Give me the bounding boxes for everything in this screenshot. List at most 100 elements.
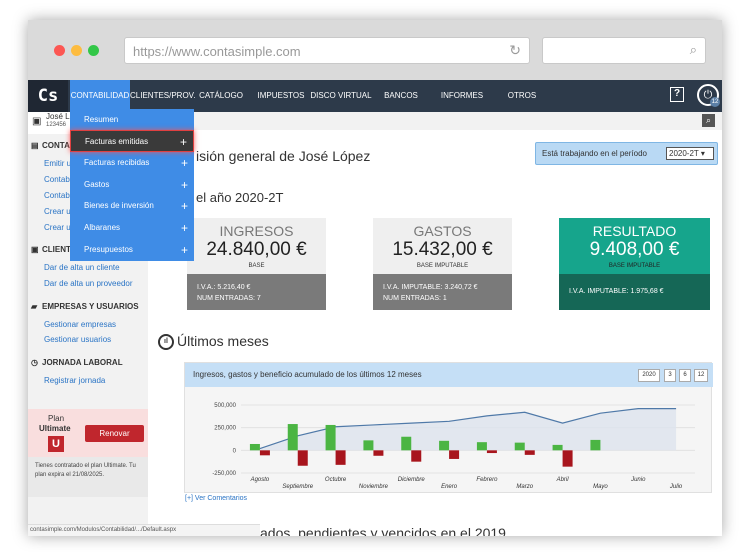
section-contabilidad: ▤ CONTA	[31, 141, 70, 150]
plan-box: Plan Ultimate U Renovar	[28, 409, 148, 457]
nav-clientes-prov[interactable]: CLIENTES/PROV.	[130, 80, 196, 112]
expense-bar	[259, 450, 270, 456]
x-tick-label: Diciembre	[398, 477, 426, 483]
gastos-card[interactable]: GASTOS 15.432,00 € BASE IMPUTABLE I.V.A.…	[373, 218, 512, 310]
minimize-window-button[interactable]	[71, 45, 82, 56]
y-tick-label: 0	[233, 448, 237, 454]
status-bar: contasimple.com/Modulos/Contabilidad/...…	[28, 524, 260, 536]
income-bar	[552, 444, 563, 451]
section-heading-cut: ados, pendientes y vencidos en el 2019	[260, 525, 506, 536]
x-tick-label: Marzo	[516, 484, 533, 490]
income-bar	[325, 424, 336, 451]
period-select[interactable]: 2020-2T ▾	[666, 147, 714, 160]
nav-bancos[interactable]: BANCOS	[372, 80, 430, 112]
expense-bar	[411, 450, 422, 462]
plan-name: Ultimate	[39, 424, 71, 433]
nav-impuestos[interactable]: IMPUESTOS	[252, 80, 310, 112]
range-button-12[interactable]: 12	[694, 369, 708, 382]
add-icon[interactable]: +	[181, 174, 188, 196]
chart-panel: Ingresos, gastos y beneficio acumulado d…	[184, 362, 713, 493]
income-bar	[590, 439, 601, 451]
sidebar-link[interactable]: Contab	[44, 175, 70, 184]
x-tick-label: Septiembre	[282, 484, 313, 490]
ultimate-badge-icon: U	[48, 436, 64, 452]
dropdown-item-albaranes[interactable]: Albaranes +	[70, 217, 194, 239]
card-value: 15.432,00 €	[392, 239, 493, 260]
x-tick-label: Febrero	[476, 477, 498, 483]
user-menu-button[interactable]: ⏻ 12	[697, 84, 720, 107]
card-label: GASTOS	[413, 223, 472, 239]
sidebar-link[interactable]: Emitir u	[44, 159, 71, 168]
nav-contabilidad[interactable]: CONTABILIDAD	[70, 80, 130, 112]
sidebar-link[interactable]: Crear u	[44, 223, 71, 232]
range-button-3[interactable]: 3	[664, 369, 676, 382]
search-icon: ⌕	[689, 42, 697, 57]
card-value: 24.840,00 €	[206, 239, 307, 260]
income-bar	[439, 440, 450, 451]
y-tick-label: 250,000	[214, 426, 236, 432]
add-icon[interactable]: +	[181, 217, 188, 239]
contact-icon: ▣	[31, 245, 39, 254]
expense-bar	[297, 450, 308, 466]
months-heading: ıl Últimos meses	[158, 333, 269, 351]
dropdown-item-facturas-emitidas[interactable]: Facturas emitidas +	[70, 130, 194, 152]
address-bar[interactable]: https://www.contasimple.com ↻	[124, 37, 530, 64]
sidebar-link-alta-proveedor[interactable]: Dar de alta un proveedor	[44, 279, 133, 288]
sidebar-link-gestionar-empresas[interactable]: Gestionar empresas	[44, 320, 116, 329]
x-tick-label: Abril	[556, 477, 570, 483]
x-tick-label: Agosto	[250, 477, 270, 483]
maximize-window-button[interactable]	[88, 45, 99, 56]
clock-icon: ◷	[31, 358, 38, 367]
briefcase-icon: ▰	[31, 302, 38, 311]
search-icon[interactable]: ⌕	[702, 114, 715, 127]
nav-informes[interactable]: INFORMES	[432, 80, 492, 112]
url-text: https://www.contasimple.com	[133, 44, 301, 59]
add-icon[interactable]: +	[181, 152, 188, 174]
x-tick-label: Noviembre	[359, 484, 389, 490]
card-sublabel: BASE	[248, 263, 265, 269]
x-tick-label: Enero	[441, 484, 458, 490]
nav-catalogo[interactable]: CATÁLOGO	[192, 80, 250, 112]
income-bar	[287, 424, 298, 451]
nav-disco-virtual[interactable]: DISCO VIRTUAL	[310, 80, 372, 112]
card-sublabel: BASE IMPUTABLE	[608, 263, 661, 269]
section-jornada-laboral: ◷ JORNADA LABORAL	[31, 358, 123, 367]
sidebar-link[interactable]: Contab	[44, 191, 70, 200]
section-empresas-usuarios: ▰ EMPRESAS Y USUARIOS	[31, 302, 139, 311]
period-label: Está trabajando en el período	[542, 149, 647, 158]
help-icon[interactable]: ?	[670, 87, 684, 102]
income-bar	[249, 443, 260, 451]
card-footer: I.V.A. IMPUTABLE: 1.975,68 €	[559, 274, 710, 310]
sidebar-link-alta-cliente[interactable]: Dar de alta un cliente	[44, 263, 120, 272]
expense-bar	[335, 450, 346, 465]
dropdown-item-gastos[interactable]: Gastos +	[70, 174, 194, 196]
add-icon[interactable]: +	[181, 239, 188, 261]
add-icon[interactable]: +	[180, 131, 187, 153]
sidebar-link-registrar-jornada[interactable]: Registrar jornada	[44, 376, 105, 385]
ver-comentarios-link[interactable]: [+] Ver Comentarios	[185, 495, 247, 502]
dropdown-item-resumen[interactable]: Resumen	[70, 109, 194, 131]
income-bar	[363, 440, 374, 451]
range-button-2020[interactable]: 2020	[638, 369, 660, 382]
ingresos-card[interactable]: INGRESOS 24.840,00 € BASE I.V.A.: 5.216,…	[187, 218, 326, 310]
expense-bar	[562, 450, 573, 467]
contasimple-logo[interactable]: Cs	[28, 80, 68, 112]
close-window-button[interactable]	[54, 45, 65, 56]
reload-icon[interactable]: ↻	[509, 42, 521, 59]
add-icon[interactable]: +	[181, 195, 188, 217]
document-icon: ▤	[31, 141, 39, 150]
sidebar-link[interactable]: Crear u	[44, 207, 71, 216]
card-label: INGRESOS	[219, 223, 294, 239]
dropdown-item-bienes-inversion[interactable]: Bienes de inversión +	[70, 195, 194, 217]
chart-icon: ıl	[158, 334, 174, 351]
renew-button[interactable]: Renovar	[85, 425, 144, 442]
sidebar-link-gestionar-usuarios[interactable]: Gestionar usuarios	[44, 335, 111, 344]
range-button-6[interactable]: 6	[679, 369, 691, 382]
dropdown-item-presupuestos[interactable]: Presupuestos +	[70, 239, 194, 261]
y-tick-label: -250,000	[212, 471, 236, 477]
dropdown-item-facturas-recibidas[interactable]: Facturas recibidas +	[70, 152, 194, 174]
browser-search-input[interactable]: ⌕	[542, 37, 706, 64]
nav-otros[interactable]: OTROS	[494, 80, 550, 112]
plan-expiry-text: Tienes contratado el plan Ultimate. Tu p…	[28, 457, 148, 497]
resultado-card[interactable]: RESULTADO 9.408,00 € BASE IMPUTABLE I.V.…	[559, 218, 710, 310]
